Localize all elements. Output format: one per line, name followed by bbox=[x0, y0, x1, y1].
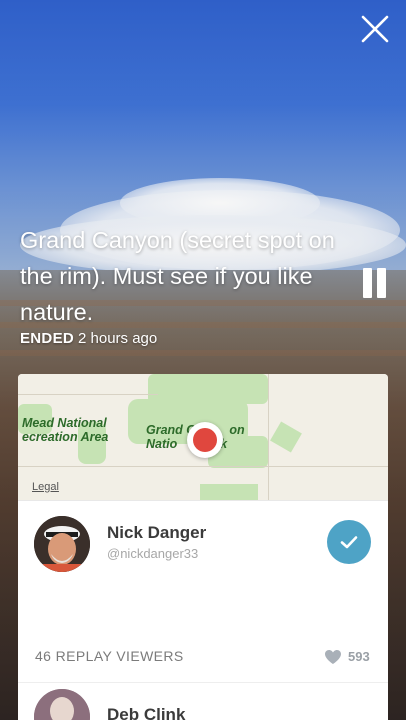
time-ago: 2 hours ago bbox=[78, 330, 158, 347]
close-button[interactable] bbox=[358, 12, 392, 46]
avatar[interactable] bbox=[34, 689, 90, 720]
replay-viewers-count: 46 REPLAY VIEWERS bbox=[35, 648, 184, 664]
checkmark-icon bbox=[340, 536, 358, 549]
heart-icon bbox=[325, 650, 341, 664]
status-label: ENDED bbox=[20, 330, 75, 347]
pause-button[interactable] bbox=[360, 268, 390, 302]
list-item[interactable]: Deb Clink bbox=[18, 682, 388, 720]
map-label-lake-mead: Mead National ecreation Area bbox=[22, 416, 109, 444]
close-icon bbox=[361, 15, 389, 43]
broadcast-caption: Grand Canyon (secret spot on the rim). M… bbox=[20, 227, 335, 325]
map-pin-icon bbox=[187, 422, 223, 458]
location-map[interactable]: Mead National ecreation Area Grand Con N… bbox=[18, 374, 388, 500]
broadcast-info-card: Mead National ecreation Area Grand Con N… bbox=[18, 374, 388, 720]
avatar[interactable] bbox=[34, 516, 90, 572]
viewer-name: Deb Clink bbox=[107, 705, 186, 720]
replay-stats-row: 46 REPLAY VIEWERS 593 bbox=[18, 646, 388, 670]
pause-icon bbox=[363, 268, 372, 298]
broadcaster-row[interactable]: Nick Danger @nickdanger33 bbox=[18, 500, 388, 600]
hearts-count: 593 bbox=[348, 649, 370, 664]
broadcast-status: ENDED 2 hours ago bbox=[20, 330, 157, 347]
following-button[interactable] bbox=[327, 520, 371, 564]
map-legal-link[interactable]: Legal bbox=[32, 481, 59, 493]
broadcaster-name: Nick Danger bbox=[107, 523, 207, 542]
broadcaster-handle: @nickdanger33 bbox=[107, 546, 199, 561]
